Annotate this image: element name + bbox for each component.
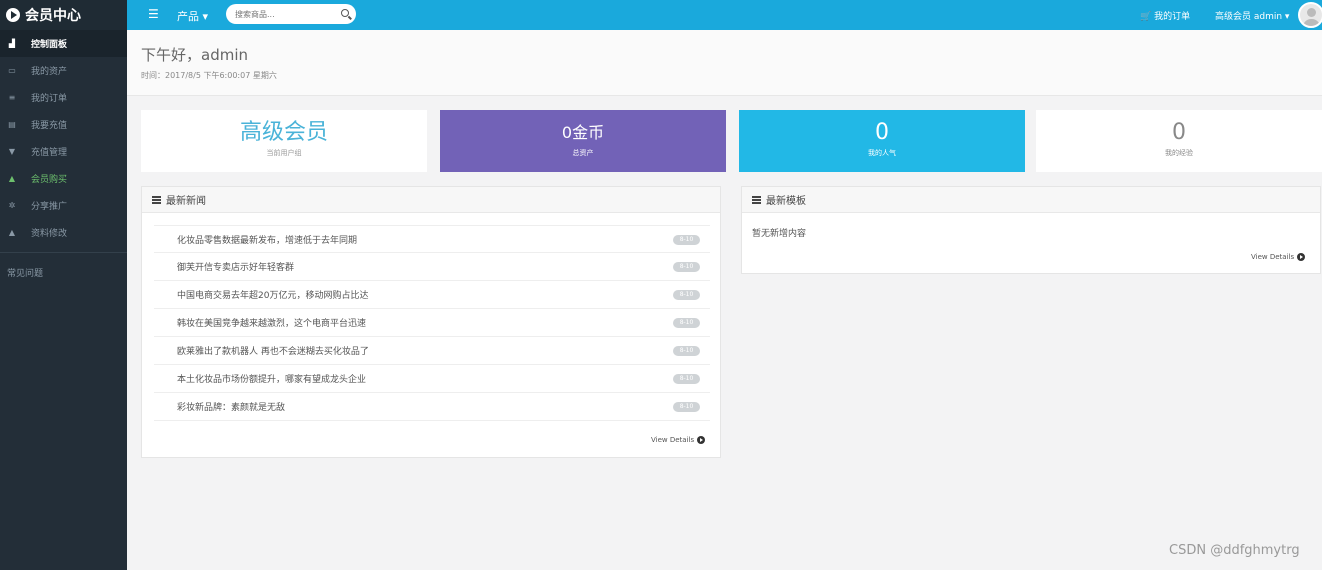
news-title[interactable]: 欧莱雅出了款机器人 再也不会迷糊去买化妆品了 xyxy=(177,344,369,357)
panel-title: 最新新闻 xyxy=(166,196,206,207)
list-item[interactable]: 韩妆在美国竞争越来越激烈，这个电商平台迅速 8-10 xyxy=(154,309,710,337)
date-badge: 8-10 xyxy=(673,290,700,300)
sidebar-divider xyxy=(0,252,127,253)
my-orders-link[interactable]: 🛒 我的订单 xyxy=(1140,9,1190,22)
panel-header: 最新新闻 xyxy=(142,187,720,213)
template-view-details-link[interactable]: View Details xyxy=(1251,253,1306,261)
stat-label: 我的人气 xyxy=(868,149,896,157)
sidebar-item-recharge-management[interactable]: ▼ 充值管理 xyxy=(0,138,127,165)
stat-label: 当前用户组 xyxy=(266,149,302,157)
list-item[interactable]: 中国电商交易去年超20万亿元，移动网购占比达 8-10 xyxy=(154,281,710,309)
date-badge: 8-10 xyxy=(673,318,700,328)
sidebar-item-profile[interactable]: ▲ 资料修改 xyxy=(0,219,127,246)
list-item[interactable]: 欧莱雅出了款机器人 再也不会迷糊去买化妆品了 8-10 xyxy=(154,337,710,365)
sidebar: ▟ 控制面板 ▭ 我的资产 ≡ 我的订单 ▤ 我要充值 ▼ 充值管理 ▲ 会员购… xyxy=(0,30,127,570)
stat-value: 0 xyxy=(1172,120,1186,145)
news-view-details-link[interactable]: View Details xyxy=(651,436,706,444)
arrow-circle-right-icon xyxy=(697,436,706,444)
stat-card-popularity: 0 我的人气 xyxy=(739,110,1025,172)
panel-header: 最新模板 xyxy=(742,187,1320,213)
sidebar-item-label: 常见问题 xyxy=(7,269,44,279)
user-icon: ▲ xyxy=(8,174,16,183)
panel-title: 最新模板 xyxy=(766,196,806,207)
page-header: 下午好，admin 时间：2017/8/5 下午6:00:07 星期六 xyxy=(127,30,1322,96)
sidebar-item-recharge[interactable]: ▤ 我要充值 xyxy=(0,111,127,138)
sidebar-item-label: 充值管理 xyxy=(31,148,68,158)
news-panel: 最新新闻 化妆品零售数据最新发布，增速低于去年同期 8-10 御芙开信专卖店示好… xyxy=(141,186,721,458)
template-panel: 最新模板 暂无新增内容 View Details xyxy=(741,186,1321,274)
menu-toggle-icon[interactable]: ☰ xyxy=(148,8,160,20)
sidebar-item-label: 控制面板 xyxy=(31,40,68,50)
news-title[interactable]: 韩妆在美国竞争越来越激烈，这个电商平台迅速 xyxy=(177,316,366,329)
sidebar-item-label: 分享推广 xyxy=(31,202,68,212)
list-item[interactable]: 化妆品零售数据最新发布，增速低于去年同期 8-10 xyxy=(154,225,710,253)
news-title[interactable]: 中国电商交易去年超20万亿元，移动网购占比达 xyxy=(177,288,368,301)
sidebar-item-orders[interactable]: ≡ 我的订单 xyxy=(0,84,127,111)
user-menu[interactable]: 高级会员 admin ▾ xyxy=(1215,9,1289,22)
list-item[interactable]: 御芙开信专卖店示好年轻客群 8-10 xyxy=(154,253,710,281)
search-box xyxy=(226,4,356,24)
sidebar-item-label: 资料修改 xyxy=(31,229,68,239)
list-icon xyxy=(752,195,761,204)
user-edit-icon: ▲ xyxy=(8,228,16,237)
brand-title: 会员中心 xyxy=(25,8,81,24)
stat-card-assets: 0金币 总资产 xyxy=(440,110,726,172)
date-badge: 8-10 xyxy=(673,262,700,272)
sidebar-item-assets[interactable]: ▭ 我的资产 xyxy=(0,57,127,84)
stat-value: 0金币 xyxy=(561,123,605,142)
current-time: 时间：2017/8/5 下午6:00:07 星期六 xyxy=(141,71,277,80)
sidebar-item-label: 我的订单 xyxy=(31,94,68,104)
empty-message: 暂无新增内容 xyxy=(752,229,807,239)
top-navbar: ☰ 产品 ▾ 🛒 我的订单 高级会员 admin ▾ xyxy=(0,0,1322,30)
calendar-icon: ▤ xyxy=(8,120,16,129)
news-title[interactable]: 化妆品零售数据最新发布，增速低于去年同期 xyxy=(177,233,357,246)
products-dropdown[interactable]: 产品 ▾ xyxy=(177,8,208,24)
page-title: 下午好，admin xyxy=(141,46,248,64)
stat-label: 我的经验 xyxy=(1165,149,1193,157)
stat-label: 总资产 xyxy=(572,149,594,157)
sidebar-item-label: 我要充值 xyxy=(31,121,68,131)
play-circle-icon xyxy=(6,8,20,22)
stat-value: 0 xyxy=(875,120,889,145)
news-title[interactable]: 本土化妆品市场份额提升，哪家有望成龙头企业 xyxy=(177,372,366,385)
news-title[interactable]: 彩妆新品牌：素颜就是无敌 xyxy=(177,400,285,413)
sidebar-item-label: 会员购买 xyxy=(31,175,68,185)
stat-card-membership: 高级会员 当前用户组 xyxy=(141,110,427,172)
sidebar-item-label: 我的资产 xyxy=(31,67,68,77)
view-details-label: View Details xyxy=(651,436,695,444)
list-icon: ≡ xyxy=(8,93,16,102)
news-list: 化妆品零售数据最新发布，增速低于去年同期 8-10 御芙开信专卖店示好年轻客群 … xyxy=(154,225,710,421)
sidebar-item-membership[interactable]: ▲ 会员购买 xyxy=(0,165,127,192)
search-icon[interactable] xyxy=(341,9,349,17)
date-badge: 8-10 xyxy=(673,235,700,245)
bar-chart-icon: ▟ xyxy=(8,39,16,48)
sidebar-item-faq[interactable]: 常见问题 xyxy=(0,259,127,286)
stat-value: 高级会员 xyxy=(239,120,328,145)
news-title[interactable]: 御芙开信专卖店示好年轻客群 xyxy=(177,260,294,273)
filter-icon: ▼ xyxy=(8,147,16,156)
stat-card-experience: 0 我的经验 xyxy=(1036,110,1322,172)
watermark: CSDN @ddfghmytrg xyxy=(1169,543,1300,558)
search-input[interactable] xyxy=(226,4,326,24)
list-icon xyxy=(152,195,161,204)
date-badge: 8-10 xyxy=(673,346,700,356)
sidebar-item-dashboard[interactable]: ▟ 控制面板 xyxy=(0,30,127,57)
view-details-label: View Details xyxy=(1251,253,1295,261)
sidebar-item-share[interactable]: ✲ 分享推广 xyxy=(0,192,127,219)
brand-logo[interactable]: 会员中心 xyxy=(0,0,127,30)
avatar[interactable] xyxy=(1298,2,1322,28)
list-item[interactable]: 本土化妆品市场份额提升，哪家有望成龙头企业 8-10 xyxy=(154,365,710,393)
date-badge: 8-10 xyxy=(673,402,700,412)
list-item[interactable]: 彩妆新品牌：素颜就是无敌 8-10 xyxy=(154,393,710,421)
money-icon: ▭ xyxy=(8,66,16,75)
users-icon: ✲ xyxy=(8,201,16,210)
arrow-circle-right-icon xyxy=(1297,253,1306,261)
date-badge: 8-10 xyxy=(673,374,700,384)
